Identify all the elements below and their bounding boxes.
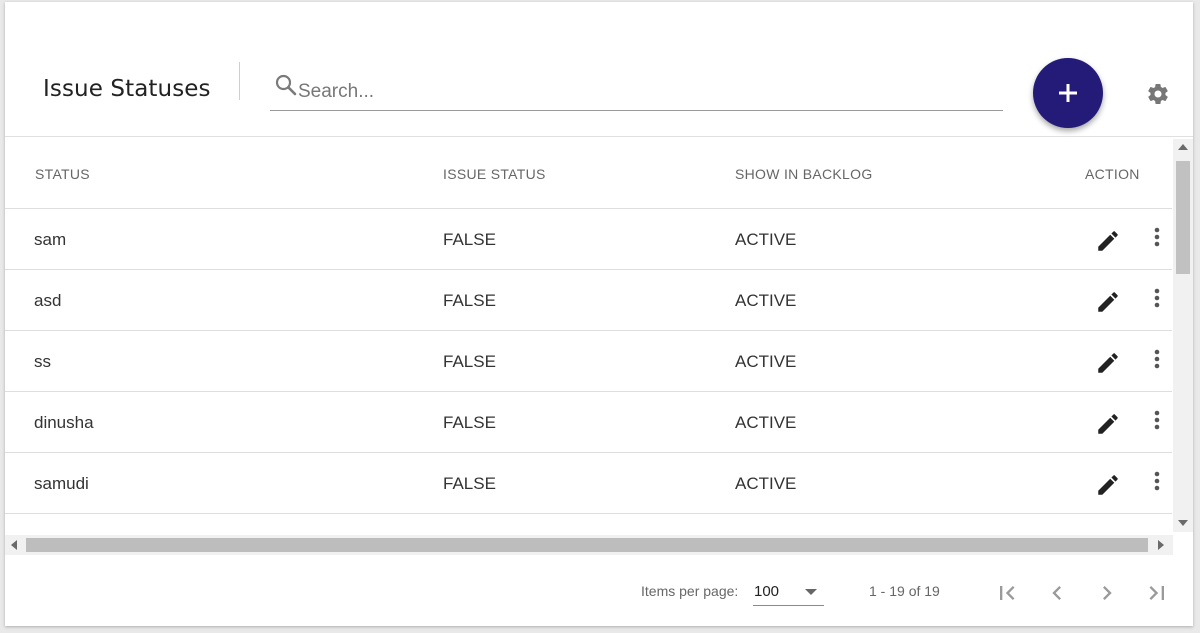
cell-issue-status: FALSE: [443, 474, 496, 493]
column-header-issue-status[interactable]: ISSUE STATUS: [443, 166, 546, 182]
more-options-button[interactable]: [1150, 348, 1164, 374]
pencil-icon: [1098, 231, 1118, 251]
cell-issue-status: FALSE: [443, 291, 496, 310]
cell-show-in-backlog: ACTIVE: [735, 352, 797, 371]
add-status-button[interactable]: [1033, 58, 1103, 128]
items-per-page-label: Items per page:: [641, 583, 739, 599]
pencil-icon: [1098, 414, 1118, 434]
edit-button[interactable]: [1095, 411, 1121, 437]
vertical-scrollbar[interactable]: [1173, 139, 1193, 532]
horizontal-scrollbar[interactable]: [5, 535, 1173, 555]
page-size-select[interactable]: 100: [753, 578, 824, 606]
chevron-left-icon: [1052, 586, 1061, 600]
scroll-right-arrow-icon[interactable]: [1158, 540, 1164, 550]
gear-icon: [1148, 84, 1168, 105]
horizontal-scroll-thumb[interactable]: [26, 538, 1148, 552]
cell-status: dinusha: [34, 413, 94, 432]
cell-issue-status: FALSE: [443, 352, 496, 371]
cell-show-in-backlog: ACTIVE: [735, 230, 797, 249]
cell-issue-status: FALSE: [443, 230, 496, 249]
scroll-down-arrow-icon[interactable]: [1178, 520, 1188, 526]
first-page-button[interactable]: [993, 579, 1021, 607]
table-row: samudi FALSE ACTIVE: [5, 453, 1172, 514]
edit-button[interactable]: [1095, 228, 1121, 254]
next-page-button[interactable]: [1093, 579, 1121, 607]
edit-button[interactable]: [1095, 289, 1121, 315]
column-header-show-in-backlog[interactable]: SHOW IN BACKLOG: [735, 166, 873, 182]
more-vert-icon: [1154, 410, 1160, 430]
scroll-up-arrow-icon[interactable]: [1178, 144, 1188, 150]
table-row: sam FALSE ACTIVE: [5, 209, 1172, 270]
statuses-table: STATUS ISSUE STATUS SHOW IN BACKLOG ACTI…: [5, 137, 1172, 514]
column-header-status[interactable]: STATUS: [35, 166, 90, 182]
more-vert-icon: [1154, 471, 1160, 491]
more-options-button[interactable]: [1150, 409, 1164, 435]
page-size-value: 100: [754, 583, 780, 600]
more-vert-icon: [1154, 349, 1160, 369]
search-field[interactable]: [270, 72, 1003, 111]
more-options-button[interactable]: [1150, 470, 1164, 496]
settings-button[interactable]: [1146, 82, 1170, 106]
last-page-icon: [1149, 586, 1164, 600]
edit-button[interactable]: [1095, 350, 1121, 376]
table-header-row: STATUS ISSUE STATUS SHOW IN BACKLOG ACTI…: [5, 137, 1172, 209]
cell-status: ss: [34, 352, 51, 371]
pencil-icon: [1098, 292, 1118, 312]
cell-show-in-backlog: ACTIVE: [735, 291, 797, 310]
cell-status: asd: [34, 291, 62, 310]
table-row: dinusha FALSE ACTIVE: [5, 392, 1172, 453]
more-vert-icon: [1154, 288, 1160, 308]
cell-status: samudi: [34, 474, 89, 493]
cell-show-in-backlog: ACTIVE: [735, 474, 797, 493]
cell-status: sam: [34, 230, 67, 249]
page-title: Issue Statuses: [43, 76, 211, 102]
chevron-right-icon: [1103, 586, 1112, 600]
plus-icon: [1059, 84, 1077, 102]
more-options-button[interactable]: [1150, 226, 1164, 252]
cell-issue-status: FALSE: [443, 413, 496, 432]
cell-show-in-backlog: ACTIVE: [735, 413, 797, 432]
pencil-icon: [1098, 353, 1118, 373]
edit-button[interactable]: [1095, 472, 1121, 498]
more-vert-icon: [1154, 227, 1160, 247]
previous-page-button[interactable]: [1043, 579, 1071, 607]
table-row: asd FALSE ACTIVE: [5, 270, 1172, 331]
pencil-icon: [1098, 475, 1118, 495]
page-range-label: 1 - 19 of 19: [869, 583, 940, 599]
header-divider: [239, 62, 240, 100]
vertical-scroll-thumb[interactable]: [1176, 161, 1190, 274]
search-icon: [274, 73, 298, 97]
more-options-button[interactable]: [1150, 287, 1164, 313]
search-input[interactable]: [298, 80, 988, 104]
first-page-icon: [1000, 586, 1015, 600]
last-page-button[interactable]: [1143, 579, 1171, 607]
scroll-left-arrow-icon[interactable]: [11, 540, 17, 550]
table-row: ss FALSE ACTIVE: [5, 331, 1172, 392]
issue-statuses-card: Issue Statuses STATUS ISSUE STATUS SHOW …: [5, 2, 1193, 626]
column-header-action: ACTION: [1085, 166, 1140, 182]
dropdown-arrow-icon: [805, 589, 817, 595]
